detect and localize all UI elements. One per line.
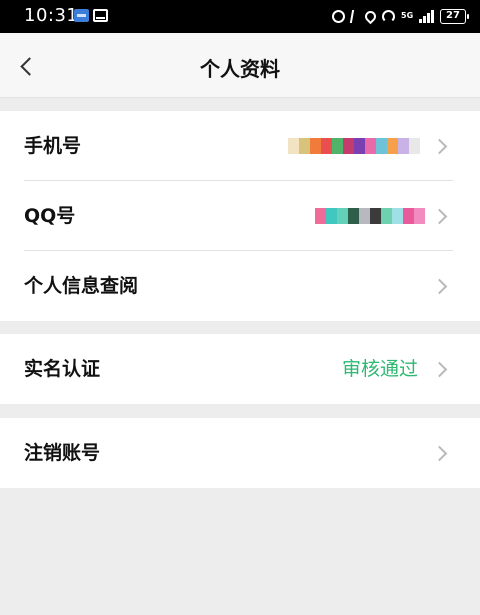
account-info-group: 手机号 QQ号 个人信息查阅 bbox=[0, 111, 480, 321]
personal-info-access-row[interactable]: 个人信息查阅 bbox=[0, 251, 480, 321]
battery-icon: 27 bbox=[440, 8, 469, 24]
delete-account-row[interactable]: 注销账号 bbox=[0, 418, 480, 488]
alarm-icon bbox=[332, 9, 345, 23]
photo-app-icon bbox=[74, 9, 89, 22]
verification-group: 实名认证 审核通过 bbox=[0, 334, 480, 404]
location-icon bbox=[362, 8, 379, 24]
qq-number-label: QQ号 bbox=[24, 205, 76, 227]
account-action-group: 注销账号 bbox=[0, 418, 480, 488]
personal-info-access-label: 个人信息查阅 bbox=[24, 275, 139, 297]
redacted-qq-value bbox=[315, 208, 425, 224]
status-bar: 10:31 5G 27 bbox=[0, 0, 480, 33]
nav-bar: 个人资料 bbox=[0, 33, 480, 98]
chevron-right-icon bbox=[434, 139, 446, 153]
hotspot-icon bbox=[382, 9, 395, 23]
mail-app-icon bbox=[93, 9, 108, 22]
redacted-phone-value bbox=[288, 138, 420, 154]
verification-status: 审核通过 bbox=[341, 358, 418, 380]
phone-number-row[interactable]: 手机号 bbox=[0, 111, 480, 181]
chevron-right-icon bbox=[434, 446, 446, 460]
chevron-right-icon bbox=[434, 209, 446, 223]
qq-number-row[interactable]: QQ号 bbox=[0, 181, 480, 251]
network-type-label: 5G bbox=[401, 11, 414, 20]
status-time: 10:31 bbox=[24, 5, 79, 26]
real-name-verification-label: 实名认证 bbox=[24, 358, 101, 380]
page-title: 个人资料 bbox=[200, 57, 280, 81]
signal-icon bbox=[419, 9, 434, 23]
chevron-right-icon bbox=[434, 362, 446, 376]
delete-account-label: 注销账号 bbox=[24, 442, 101, 464]
chevron-right-icon bbox=[434, 279, 446, 293]
phone-number-label: 手机号 bbox=[24, 135, 82, 157]
system-icons: 5G 27 bbox=[332, 8, 469, 24]
real-name-verification-row[interactable]: 实名认证 审核通过 bbox=[0, 334, 480, 404]
bluetooth-icon bbox=[349, 9, 361, 23]
